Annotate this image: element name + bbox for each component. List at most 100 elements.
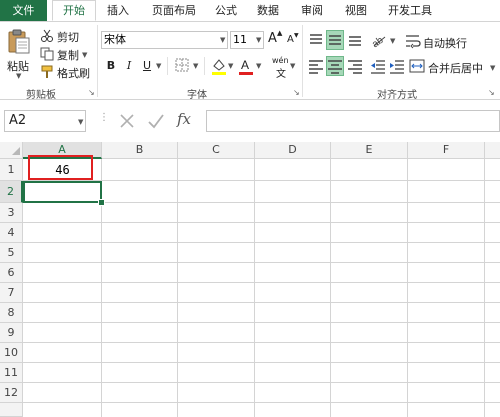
border-dropdown-icon[interactable]: ▼ (193, 62, 198, 70)
ribbon-separator (167, 57, 168, 75)
grid-line (254, 159, 255, 417)
align-top-icon[interactable] (308, 32, 324, 48)
row-header-6[interactable]: 6 (0, 263, 23, 283)
tab-developer[interactable]: 开发工具 (388, 0, 432, 21)
highlight-annotation-box (28, 155, 93, 180)
cut-button[interactable]: 剪切 (57, 29, 79, 45)
insert-function-button[interactable]: fx (177, 110, 191, 128)
format-painter-icon[interactable] (40, 64, 54, 78)
row-header-10[interactable]: 10 (0, 343, 23, 363)
active-cell-a2[interactable] (23, 181, 102, 203)
merge-center-icon[interactable] (409, 58, 425, 74)
format-painter-button[interactable]: 格式刷 (57, 65, 90, 81)
ribbon-separator (302, 25, 303, 97)
svg-text:A: A (241, 58, 249, 72)
row-header-11[interactable]: 11 (0, 363, 23, 383)
cancel-icon[interactable] (117, 111, 137, 131)
select-all-icon (12, 147, 20, 155)
font-name-select[interactable]: 宋体 (101, 31, 228, 49)
underline-dropdown-icon[interactable]: ▼ (156, 62, 161, 70)
column-header-d[interactable]: D (255, 142, 331, 159)
align-bottom-icon[interactable] (347, 32, 363, 48)
phonetic-guide-icon: 文 (276, 69, 286, 80)
name-box-dropdown-icon[interactable]: ▼ (78, 118, 83, 126)
phonetic-guide-button[interactable]: wén (272, 56, 289, 65)
tab-file[interactable]: 文件 (0, 0, 47, 21)
tab-formulas[interactable]: 公式 (215, 0, 237, 21)
align-middle-button[interactable] (326, 30, 344, 50)
align-center-button[interactable] (326, 56, 344, 76)
ribbon-separator (204, 57, 205, 75)
row-header-4[interactable]: 4 (0, 223, 23, 243)
row-header-2[interactable]: 2 (0, 181, 23, 203)
formula-bar-grip-icon[interactable]: ⋮ (99, 113, 109, 123)
wrap-text-button[interactable]: 自动换行 (423, 35, 467, 51)
grid-line (23, 282, 500, 283)
tab-home[interactable]: 开始 (52, 0, 96, 21)
fill-color-icon[interactable] (211, 57, 227, 75)
ribbon-separator (97, 25, 98, 97)
font-name-dropdown-icon[interactable]: ▼ (220, 36, 225, 44)
bold-button[interactable]: B (104, 57, 118, 75)
grid-line (407, 159, 408, 417)
underline-button[interactable]: U (140, 57, 154, 75)
grow-font-button[interactable]: A (268, 31, 277, 46)
clipboard-launcher-icon[interactable]: ↘ (88, 88, 95, 97)
grid-line (23, 362, 500, 363)
tab-view[interactable]: 视图 (345, 0, 367, 21)
copy-dropdown-icon[interactable]: ▼ (82, 51, 87, 59)
column-header-e[interactable]: E (331, 142, 408, 159)
orientation-dropdown-icon[interactable]: ▼ (390, 37, 395, 45)
merge-center-button[interactable]: 合并后居中 (428, 60, 483, 76)
font-size-dropdown-icon[interactable]: ▼ (256, 36, 261, 44)
decrease-indent-icon[interactable] (370, 58, 386, 74)
grid-line (23, 262, 500, 263)
italic-button[interactable]: I (122, 57, 136, 75)
row-header-13[interactable] (0, 403, 23, 417)
enter-icon[interactable] (146, 111, 166, 131)
alignment-launcher-icon[interactable]: ↘ (488, 88, 495, 97)
grid-line (330, 159, 331, 417)
font-launcher-icon[interactable]: ↘ (293, 88, 300, 97)
formula-input[interactable] (206, 110, 500, 132)
merge-dropdown-icon[interactable]: ▼ (490, 64, 495, 72)
shrink-font-button[interactable]: A (287, 34, 294, 45)
row-header-3[interactable]: 3 (0, 203, 23, 223)
wrap-text-icon[interactable] (405, 33, 421, 49)
row-header-12[interactable]: 12 (0, 383, 23, 403)
column-header-f[interactable]: F (408, 142, 485, 159)
row-header-9[interactable]: 9 (0, 323, 23, 343)
font-color-icon[interactable]: A (238, 57, 254, 75)
alignment-group-label: 对齐方式 (377, 90, 417, 101)
row-header-7[interactable]: 7 (0, 283, 23, 303)
grid-line (23, 222, 500, 223)
copy-button[interactable]: 复制 (57, 47, 79, 63)
phonetic-dropdown-icon[interactable]: ▼ (290, 62, 295, 70)
grid-line (23, 322, 500, 323)
tab-page-layout[interactable]: 页面布局 (152, 0, 196, 21)
align-right-icon[interactable] (347, 58, 363, 74)
tab-review[interactable]: 审阅 (301, 0, 323, 21)
fill-color-dropdown-icon[interactable]: ▼ (228, 62, 233, 70)
column-header-b[interactable]: B (102, 142, 178, 159)
column-header-c[interactable]: C (178, 142, 255, 159)
row-header-8[interactable]: 8 (0, 303, 23, 323)
tab-insert[interactable]: 插入 (107, 0, 129, 21)
tab-data[interactable]: 数据 (257, 0, 279, 21)
font-color-dropdown-icon[interactable]: ▼ (256, 62, 261, 70)
fill-handle[interactable] (98, 199, 105, 206)
border-icon[interactable] (175, 58, 190, 73)
grid-line (484, 159, 485, 417)
row-header-1[interactable]: 1 (0, 159, 23, 181)
cut-icon[interactable] (40, 28, 54, 42)
paste-icon[interactable] (6, 28, 32, 56)
orientation-icon[interactable]: ab (370, 31, 388, 51)
align-left-icon[interactable] (308, 58, 324, 74)
paste-dropdown-icon[interactable]: ▼ (16, 72, 21, 80)
name-box[interactable]: A2 (4, 110, 86, 132)
increase-indent-icon[interactable] (389, 58, 405, 74)
column-header-g[interactable] (485, 142, 500, 159)
copy-icon[interactable] (40, 46, 54, 61)
row-header-5[interactable]: 5 (0, 243, 23, 263)
svg-text:ab: ab (370, 35, 386, 49)
